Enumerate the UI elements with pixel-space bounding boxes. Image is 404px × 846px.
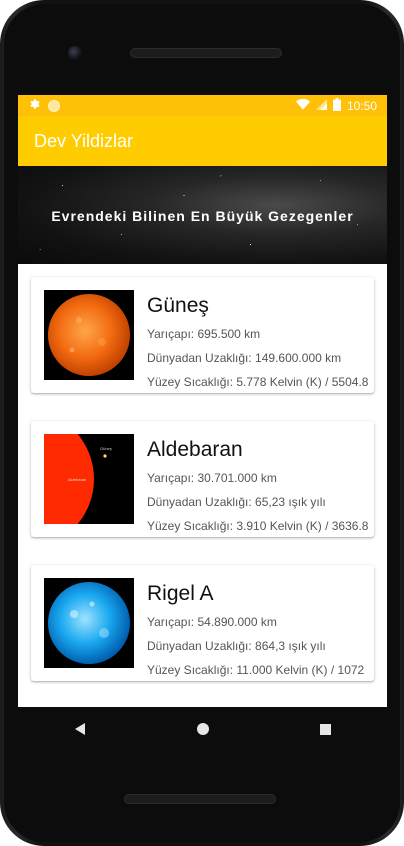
system-nav-bar: [18, 707, 387, 751]
star-name: Aldebaran: [147, 438, 243, 461]
star-list: Güneş Yarıçapı: 695.500 km Dünyadan Uzak…: [18, 264, 387, 681]
home-button[interactable]: [183, 709, 223, 749]
rigel-image: [44, 578, 134, 668]
home-circle-icon: [196, 723, 209, 735]
banner-title: Evrendeki Bilinen En Büyük Gezegenler: [51, 208, 354, 224]
wifi-icon: [295, 98, 310, 113]
cell-signal-icon: [315, 98, 327, 113]
aldebaran-image-label: Aldebaran: [68, 477, 86, 482]
star-distance: Dünyadan Uzaklığı: 65,23 ışık yılı: [147, 495, 326, 509]
aldebaran-image: Aldebaran Güneş: [44, 434, 134, 524]
app-screen: 10:50 Dev Yildizlar Evrendeki Bilinen En…: [18, 95, 387, 707]
back-triangle-icon: [74, 723, 85, 735]
star-distance: Dünyadan Uzaklığı: 864,3 ışık yılı: [147, 639, 326, 653]
settings-gear-icon: [28, 98, 40, 113]
earpiece-speaker: [130, 48, 282, 58]
notification-dot-icon: [48, 99, 60, 112]
star-card-rigel[interactable]: Rigel A Yarıçapı: 54.890.000 km Dünyadan…: [31, 565, 374, 681]
star-name: Güneş: [147, 294, 209, 317]
star-radius: Yarıçapı: 30.701.000 km: [147, 471, 277, 485]
header-banner: Evrendeki Bilinen En Büyük Gezegenler: [18, 166, 387, 264]
app-bar: Dev Yildizlar: [18, 116, 387, 166]
star-card-aldebaran[interactable]: Aldebaran Güneş Aldebaran Yarıçapı: 30.7…: [31, 421, 374, 537]
star-temperature: Yüzey Sıcaklığı: 11.000 Kelvin (K) / 107…: [147, 663, 365, 677]
star-distance: Dünyadan Uzaklığı: 149.600.000 km: [147, 351, 342, 365]
star-radius: Yarıçapı: 54.890.000 km: [147, 615, 277, 629]
recents-button[interactable]: [306, 709, 346, 749]
star-card-gunes[interactable]: Güneş Yarıçapı: 695.500 km Dünyadan Uzak…: [31, 277, 374, 393]
star-temperature: Yüzey Sıcaklığı: 5.778 Kelvin (K) / 5504…: [147, 375, 369, 389]
status-bar: 10:50: [18, 95, 387, 116]
recents-square-icon: [320, 723, 331, 735]
back-button[interactable]: [60, 709, 100, 749]
front-camera: [68, 46, 82, 60]
star-temperature: Yüzey Sıcaklığı: 3.910 Kelvin (K) / 3636…: [147, 519, 369, 533]
sun-image: [44, 290, 134, 380]
app-title: Dev Yildizlar: [34, 130, 134, 151]
star-name: Rigel A: [147, 582, 214, 605]
star-radius: Yarıçapı: 695.500 km: [147, 327, 261, 341]
status-time: 10:50: [346, 98, 377, 113]
sun-compare-label: Güneş: [100, 446, 112, 451]
battery-icon: [332, 97, 341, 114]
bottom-speaker: [124, 794, 276, 804]
